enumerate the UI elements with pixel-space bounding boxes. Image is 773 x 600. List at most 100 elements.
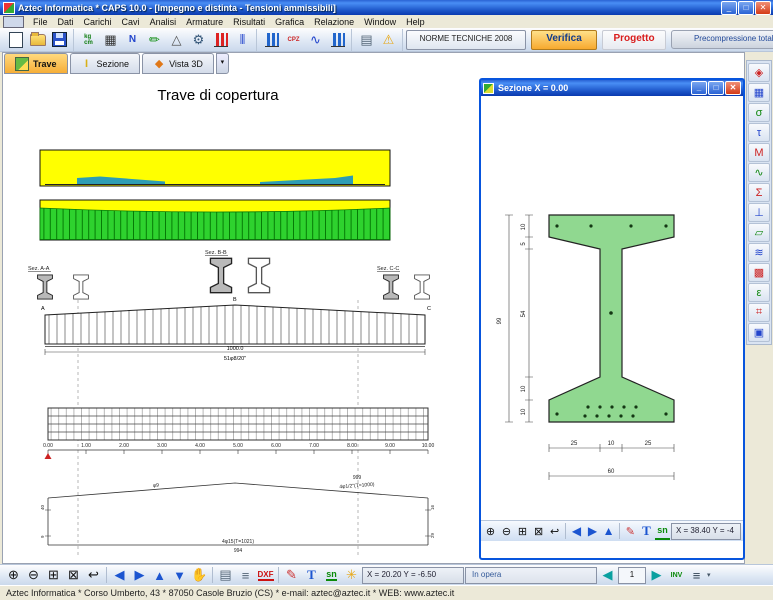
side-tool-icon-6[interactable]: ∿ — [748, 163, 770, 182]
dxf-export-icon[interactable]: DXF — [258, 570, 274, 581]
menu-armature[interactable]: Armature — [181, 16, 228, 28]
side-tool-icon-12[interactable]: ε — [748, 283, 770, 302]
units-icon[interactable]: kgcm — [78, 29, 99, 50]
section-close-icon[interactable]: ✕ — [725, 81, 741, 95]
sw-zoom-window-icon[interactable]: ⊞ — [515, 523, 530, 539]
progetto-button[interactable]: Progetto — [602, 30, 666, 50]
list-icon[interactable]: ≡ — [687, 566, 706, 584]
menu-help[interactable]: Help — [401, 16, 430, 28]
sw-zoom-out-icon[interactable]: ⊖ — [499, 523, 514, 539]
menu-risultati[interactable]: Risultati — [228, 16, 270, 28]
sections-columns-icon[interactable]: ⫴ — [232, 29, 253, 50]
side-tool-icon-3[interactable]: σ — [748, 103, 770, 122]
prev-page-icon[interactable]: ◀ — [598, 566, 617, 584]
new-file-icon[interactable] — [5, 29, 26, 50]
sw-zoom-extents-icon[interactable]: ⊠ — [531, 523, 546, 539]
side-tool-icon-9[interactable]: ▱ — [748, 223, 770, 242]
side-tool-icon-1[interactable]: ◈ — [748, 63, 770, 82]
minimize-icon[interactable]: _ — [721, 1, 737, 15]
section-view[interactable]: 99 10 5 54 10 10 25 10 25 60 — [481, 96, 743, 520]
side-tool-icon-5[interactable]: M — [748, 143, 770, 162]
section-window-titlebar[interactable]: Sezione X = 0.00 _ □ ✕ — [481, 80, 743, 96]
save-icon[interactable] — [49, 29, 70, 50]
zoom-window-icon[interactable]: ⊞ — [44, 566, 63, 584]
tab-vista3d[interactable]: ◆ Vista 3D — [142, 53, 214, 74]
side-tool-icon-8[interactable]: ⊥ — [748, 203, 770, 222]
pan-up-icon[interactable]: ▲ — [150, 566, 169, 584]
pan-hand-icon[interactable]: ✋ — [190, 566, 209, 584]
app-icon — [3, 2, 15, 14]
open-file-icon[interactable] — [27, 29, 48, 50]
print-icon[interactable]: ≡ — [236, 566, 255, 584]
materials-grid-icon[interactable]: ▦ — [100, 29, 121, 50]
pointer-icon[interactable]: ✎ — [282, 566, 301, 584]
pan-down-icon[interactable]: ▼ — [170, 566, 189, 584]
dim-top-flange: 10 — [521, 223, 527, 230]
zoom-extents-icon[interactable]: ⊠ — [64, 566, 83, 584]
highlight-icon[interactable]: ✳ — [342, 566, 361, 584]
side-tool-icon-10[interactable]: ≋ — [748, 243, 770, 262]
results-bars-icon[interactable] — [210, 29, 231, 50]
side-tool-icon-2[interactable]: ▦ — [748, 83, 770, 102]
section-window[interactable]: Sezione X = 0.00 _ □ ✕ — [479, 78, 745, 560]
page-number[interactable]: 1 — [618, 567, 646, 584]
truss-icon[interactable]: △ — [166, 29, 187, 50]
sw-zoom-in-icon[interactable]: ⊕ — [483, 523, 498, 539]
side-tool-icon-7[interactable]: Σ — [748, 183, 770, 202]
tabs-overflow-icon[interactable]: ▾ — [216, 53, 229, 74]
document-icon — [3, 16, 24, 28]
inv-icon[interactable]: INV — [671, 572, 683, 579]
sw-pointer-icon[interactable]: ✎ — [623, 523, 638, 539]
vista3d-icon: ◆ — [153, 58, 165, 70]
side-tool-icon-4[interactable]: τ — [748, 123, 770, 142]
side-tool-icon-13[interactable]: ⌗ — [748, 303, 770, 322]
sw-up-icon[interactable]: ▲ — [601, 523, 616, 539]
section-minimize-icon[interactable]: _ — [691, 81, 707, 95]
snap-icon[interactable]: sn — [326, 570, 337, 581]
diagram-icon[interactable]: ∿ — [305, 29, 326, 50]
side-tool-icon-11[interactable]: ▩ — [748, 263, 770, 282]
envelope-chart-icon[interactable] — [327, 29, 348, 50]
menu-grafica[interactable]: Grafica — [270, 16, 309, 28]
section-maximize-icon[interactable]: □ — [708, 81, 724, 95]
file-group — [2, 29, 74, 51]
menu-window[interactable]: Window — [359, 16, 401, 28]
pan-left-icon[interactable]: ◀ — [110, 566, 129, 584]
menu-dati[interactable]: Dati — [53, 16, 79, 28]
menu-analisi[interactable]: Analisi — [145, 16, 182, 28]
sw-zoom-previous-icon[interactable]: ↩ — [547, 523, 562, 539]
sez-bb-label: Sez. B-B — [205, 250, 227, 256]
sw-prev-section-icon[interactable]: ◀ — [569, 523, 584, 539]
cpz-grid-icon[interactable]: CPZ — [283, 29, 304, 50]
print-preview-icon[interactable]: ▤ — [216, 566, 235, 584]
next-page-icon[interactable]: ▶ — [647, 566, 666, 584]
menu-cavi[interactable]: Cavi — [117, 16, 145, 28]
pan-right-icon[interactable]: ▶ — [130, 566, 149, 584]
settings-gear-icon[interactable]: ⚙ — [188, 29, 209, 50]
verifica-button[interactable]: Verifica — [531, 30, 597, 50]
tab-sezione[interactable]: I Sezione — [70, 53, 141, 74]
sez-aa-label: Sez. A-A — [28, 266, 50, 272]
zoom-in-icon[interactable]: ⊕ — [4, 566, 23, 584]
zoom-out-icon[interactable]: ⊖ — [24, 566, 43, 584]
zoom-previous-icon[interactable]: ↩ — [84, 566, 103, 584]
menu-file[interactable]: File — [28, 16, 53, 28]
precompressione-button[interactable]: Precompressione totale — [671, 30, 773, 49]
sw-snap-icon[interactable]: sn — [655, 522, 670, 540]
tendon-pencil-icon[interactable]: ✏ — [144, 29, 165, 50]
loads-icon[interactable]: N — [122, 29, 143, 50]
menu-relazione[interactable]: Relazione — [309, 16, 359, 28]
sw-text-tool-icon[interactable]: T — [639, 523, 654, 539]
norme-tecniche-button[interactable]: NORME TECNICHE 2008 — [406, 30, 526, 50]
close-icon[interactable]: ✕ — [755, 1, 771, 15]
bottombar-overflow-icon[interactable]: ▾ — [707, 571, 711, 579]
report-doc-icon[interactable]: ▤ — [356, 29, 377, 50]
tab-trave[interactable]: Trave — [4, 53, 68, 74]
side-tool-icon-14[interactable]: ▣ — [748, 323, 770, 342]
menu-carichi[interactable]: Carichi — [79, 16, 117, 28]
analysis-chart-icon[interactable] — [261, 29, 282, 50]
maximize-icon[interactable]: □ — [738, 1, 754, 15]
warning-icon[interactable]: ⚠ — [378, 29, 399, 50]
text-tool-icon[interactable]: T — [302, 566, 321, 584]
sw-next-section-icon[interactable]: ▶ — [585, 523, 600, 539]
